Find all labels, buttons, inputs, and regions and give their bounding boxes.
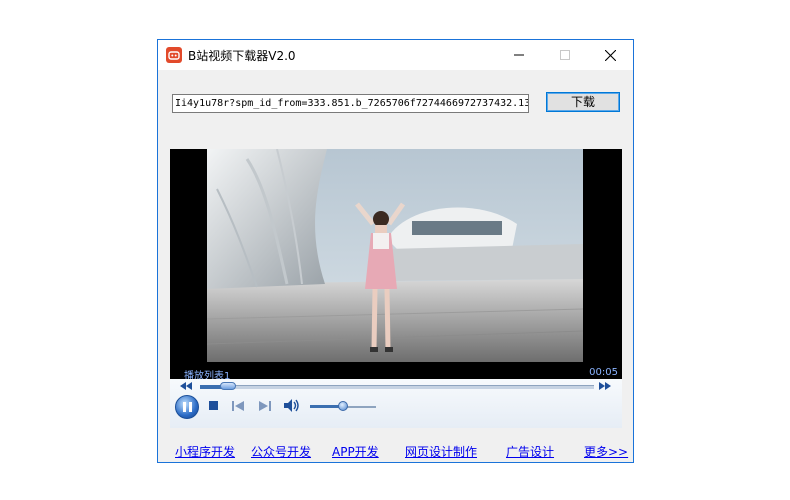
rewind-icon[interactable] bbox=[180, 382, 192, 390]
next-icon[interactable] bbox=[259, 401, 271, 411]
previous-icon[interactable] bbox=[232, 401, 244, 411]
app-window: B站视频下载器V2.0 Ii4y1u78r?spm_id_from=333.85… bbox=[157, 39, 634, 463]
download-button[interactable]: 下载 bbox=[546, 92, 620, 112]
link-more[interactable]: 更多>> bbox=[584, 443, 628, 460]
volume-thumb[interactable] bbox=[338, 401, 348, 411]
link-official-account[interactable]: 公众号开发 bbox=[251, 443, 311, 460]
pause-icon-bar bbox=[189, 402, 192, 412]
video-player: 播放列表1 00:05 bbox=[170, 149, 622, 428]
seek-thumb[interactable] bbox=[220, 382, 236, 390]
pause-icon bbox=[183, 402, 186, 412]
link-app-dev[interactable]: APP开发 bbox=[332, 443, 379, 460]
volume-icon[interactable] bbox=[284, 399, 300, 412]
stop-icon[interactable] bbox=[209, 401, 218, 410]
fast-forward-icon[interactable] bbox=[599, 382, 611, 390]
close-icon bbox=[604, 49, 616, 61]
minimize-button[interactable] bbox=[496, 40, 542, 70]
play-pause-button[interactable] bbox=[175, 395, 199, 419]
title-bar[interactable]: B站视频下载器V2.0 bbox=[158, 40, 633, 70]
playback-time: 00:05 bbox=[589, 367, 618, 378]
window-title: B站视频下载器V2.0 bbox=[188, 49, 296, 63]
footer-links: 小程序开发 公众号开发 APP开发 网页设计制作 广告设计 更多>> bbox=[158, 443, 633, 459]
video-frame[interactable] bbox=[207, 149, 583, 362]
close-button[interactable] bbox=[587, 40, 633, 70]
url-input[interactable]: Ii4y1u78r?spm_id_from=333.851.b_7265706f… bbox=[172, 94, 529, 113]
video-thumbnail-image bbox=[207, 149, 583, 362]
maximize-button[interactable] bbox=[542, 40, 588, 70]
link-mini-program[interactable]: 小程序开发 bbox=[175, 443, 235, 460]
player-controls bbox=[170, 379, 622, 428]
seek-bar[interactable] bbox=[200, 385, 594, 389]
link-ad-design[interactable]: 广告设计 bbox=[506, 443, 554, 460]
link-web-design[interactable]: 网页设计制作 bbox=[405, 443, 477, 460]
maximize-icon bbox=[560, 50, 570, 60]
app-logo-icon bbox=[166, 47, 182, 63]
minimize-icon bbox=[514, 54, 524, 56]
